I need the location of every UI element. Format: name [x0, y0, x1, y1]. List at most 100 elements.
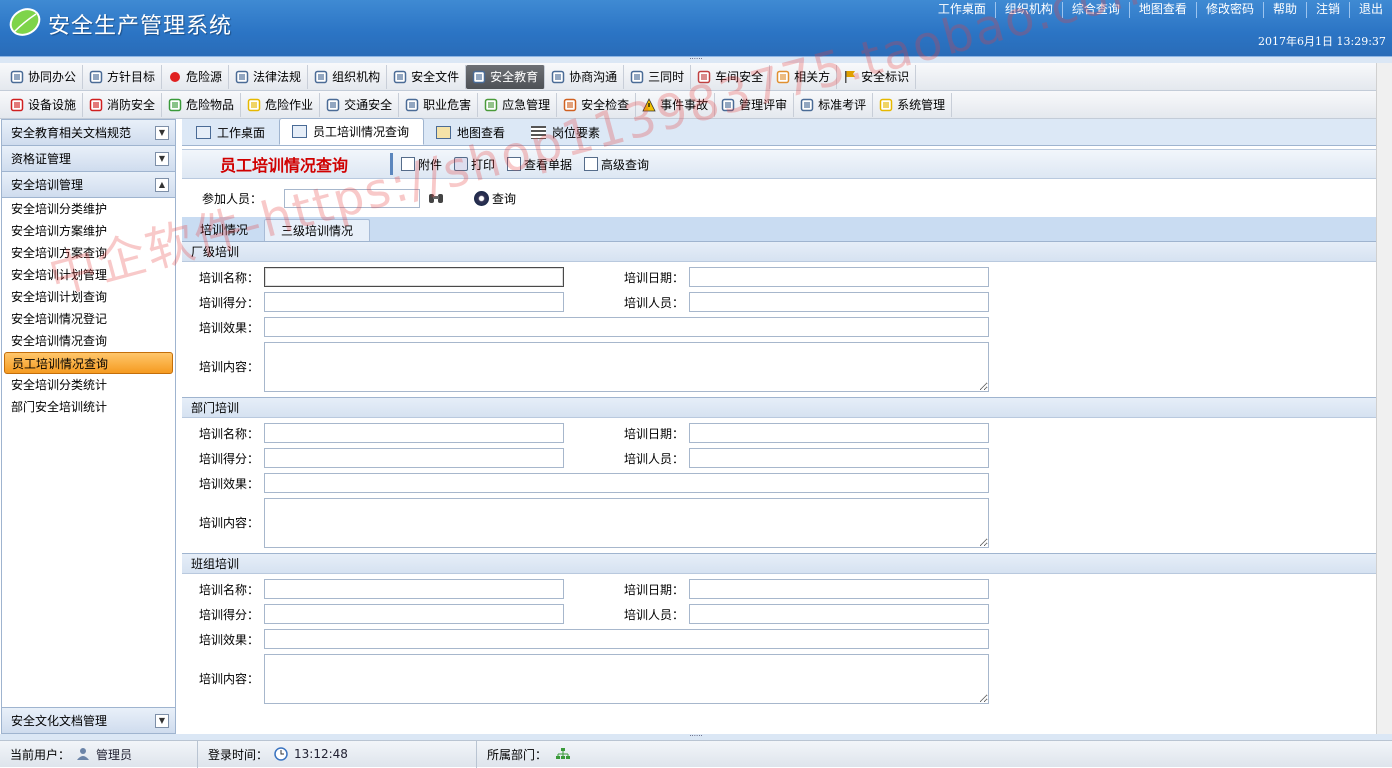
attachment-button[interactable]: 附件 — [395, 152, 448, 176]
sidebar-item[interactable]: 安全培训方案查询 — [2, 242, 175, 264]
puzzle-icon — [484, 98, 498, 112]
advanced-query-icon — [584, 157, 599, 171]
training-score-input[interactable] — [264, 448, 564, 468]
module-7-button[interactable]: 应急管理 — [478, 92, 558, 117]
module-label: 事件事故 — [660, 98, 709, 112]
binoculars-icon[interactable] — [428, 191, 444, 205]
participant-input[interactable] — [284, 188, 421, 208]
sidebar-group-certificates[interactable]: 资格证管理 ▼ — [2, 146, 175, 172]
module-6-button[interactable]: 安全文件 — [387, 64, 467, 89]
module-1-button[interactable]: 协同办公 — [4, 64, 84, 89]
top-nav-org[interactable]: 组织机构 — [994, 2, 1062, 18]
module-toolbar-1: 协同办公 方针目标 危险源 法律法规 组织机构 安全文件 安全教育 协商沟通 三同时 车间安全 相关… — [0, 63, 1392, 91]
chevron-down-icon[interactable]: ▼ — [155, 714, 169, 728]
training-people-input[interactable] — [689, 604, 989, 624]
training-score-input[interactable] — [264, 604, 564, 624]
training-content-textarea[interactable] — [264, 654, 989, 704]
training-content-textarea[interactable] — [264, 342, 989, 392]
training-people-input[interactable] — [689, 448, 989, 468]
chevron-up-icon[interactable]: ▲ — [155, 178, 169, 192]
sidebar-group-docs[interactable]: 安全教育相关文档规范 ▼ — [2, 120, 175, 146]
training-name-input[interactable] — [264, 579, 564, 599]
training-name-input[interactable] — [264, 423, 564, 443]
module-10-button[interactable]: 车间安全 — [691, 64, 771, 89]
module-5-button[interactable]: 组织机构 — [308, 64, 388, 89]
sidebar-item[interactable]: 员工培训情况查询 — [4, 352, 173, 374]
module-2-button[interactable]: 方针目标 — [83, 64, 163, 89]
module-12-button[interactable]: 安全标识 — [837, 64, 917, 89]
module-label: 设备设施 — [28, 98, 77, 112]
chevron-down-icon[interactable]: ▼ — [155, 152, 169, 166]
tab-employee-training-query[interactable]: 员工培训情况查询 — [279, 118, 425, 145]
sidebar-item[interactable]: 安全培训计划管理 — [2, 264, 175, 286]
module-2-button[interactable]: 消防安全 — [83, 92, 163, 117]
participant-label: 参加人员： — [202, 191, 263, 206]
module-8-button[interactable]: 安全检查 — [557, 92, 637, 117]
sidebar-item[interactable]: 安全培训情况登记 — [2, 308, 175, 330]
tab-post-elements[interactable]: 岗位要素 — [519, 120, 614, 145]
training-date-input[interactable] — [689, 579, 989, 599]
status-dept-label: 所属部门： — [487, 747, 548, 762]
top-nav-help[interactable]: 帮助 — [1262, 2, 1306, 18]
training-effect-label: 培训效果： — [199, 477, 260, 491]
module-10-button[interactable]: 管理评审 — [715, 92, 795, 117]
sidebar-group-culture[interactable]: 安全文化文档管理 ▼ — [2, 707, 175, 733]
attachment-icon — [401, 157, 415, 171]
module-4-button[interactable]: 法律法规 — [229, 64, 309, 89]
sidebar-item[interactable]: 部门安全培训统计 — [2, 396, 175, 418]
module-1-button[interactable]: 设备设施 — [4, 92, 84, 117]
top-nav-query[interactable]: 综合查询 — [1061, 2, 1129, 18]
top-nav-logout[interactable]: 注销 — [1305, 2, 1349, 18]
training-date-input[interactable] — [689, 267, 989, 287]
sidebar-item[interactable]: 安全培训分类维护 — [2, 198, 175, 220]
section-3: 班组培训 培训名称： 培训日期： 培训得分： 培训人员： 培训效果： 培训内容： — [182, 553, 1376, 709]
print-button[interactable]: 打印 — [448, 152, 501, 176]
training-content-label: 培训内容： — [199, 516, 260, 530]
sidebar-item[interactable]: 安全培训分类统计 — [2, 374, 175, 396]
view-bill-label: 查看单据 — [524, 157, 573, 172]
module-8-button[interactable]: 协商沟通 — [545, 64, 625, 89]
training-effect-input[interactable] — [264, 473, 989, 493]
query-button[interactable]: 查询 — [474, 190, 516, 207]
sidebar-item[interactable]: 安全培训计划查询 — [2, 286, 175, 308]
sidebar-item[interactable]: 安全培训方案维护 — [2, 220, 175, 242]
module-9-button[interactable]: 三同时 — [624, 64, 692, 89]
training-content-textarea[interactable] — [264, 498, 989, 548]
sidebar-item[interactable]: 安全培训情况查询 — [2, 330, 175, 352]
module-4-button[interactable]: 危险作业 — [241, 92, 321, 117]
printer-icon — [454, 157, 469, 171]
module-12-button[interactable]: 系统管理 — [873, 92, 953, 117]
module-11-button[interactable]: 相关方 — [770, 64, 838, 89]
top-nav-exit[interactable]: 退出 — [1348, 2, 1392, 18]
module-3-button[interactable]: 危险物品 — [162, 92, 242, 117]
training-date-input[interactable] — [689, 423, 989, 443]
subtab-training[interactable]: 培训情况 — [184, 219, 264, 241]
sidebar-group-training[interactable]: 安全培训管理 ▲ — [2, 172, 175, 198]
training-score-input[interactable] — [264, 292, 564, 312]
tab-map[interactable]: 地图查看 — [424, 120, 519, 145]
view-bill-button[interactable]: 查看单据 — [501, 152, 578, 176]
module-7-button[interactable]: 安全教育 — [466, 64, 546, 89]
chevron-down-icon[interactable]: ▼ — [155, 126, 169, 140]
tab-desktop[interactable]: 工作桌面 — [184, 120, 279, 145]
vertical-scrollbar[interactable] — [1376, 63, 1392, 734]
top-nav-desktop[interactable]: 工作桌面 — [929, 2, 995, 18]
module-5-button[interactable]: 交通安全 — [320, 92, 400, 117]
subtab-three-level[interactable]: 三级培训情况 — [264, 219, 371, 241]
module-11-button[interactable]: 标准考评 — [794, 92, 874, 117]
training-name-input[interactable] — [264, 267, 564, 287]
training-people-input[interactable] — [689, 292, 989, 312]
top-nav-password[interactable]: 修改密码 — [1195, 2, 1263, 18]
training-effect-input[interactable] — [264, 629, 989, 649]
car-icon — [326, 98, 340, 112]
org-icon — [314, 70, 328, 84]
list-icon — [630, 70, 644, 84]
training-effect-input[interactable] — [264, 317, 989, 337]
module-6-button[interactable]: 职业危害 — [399, 92, 479, 117]
advanced-query-button[interactable]: 高级查询 — [578, 152, 655, 176]
training-people-label: 培训人员： — [624, 608, 685, 622]
tab-label: 岗位要素 — [552, 126, 601, 140]
module-9-button[interactable]: 事件事故 — [636, 92, 716, 117]
module-3-button[interactable]: 危险源 — [162, 64, 230, 89]
top-nav-map[interactable]: 地图查看 — [1128, 2, 1196, 18]
